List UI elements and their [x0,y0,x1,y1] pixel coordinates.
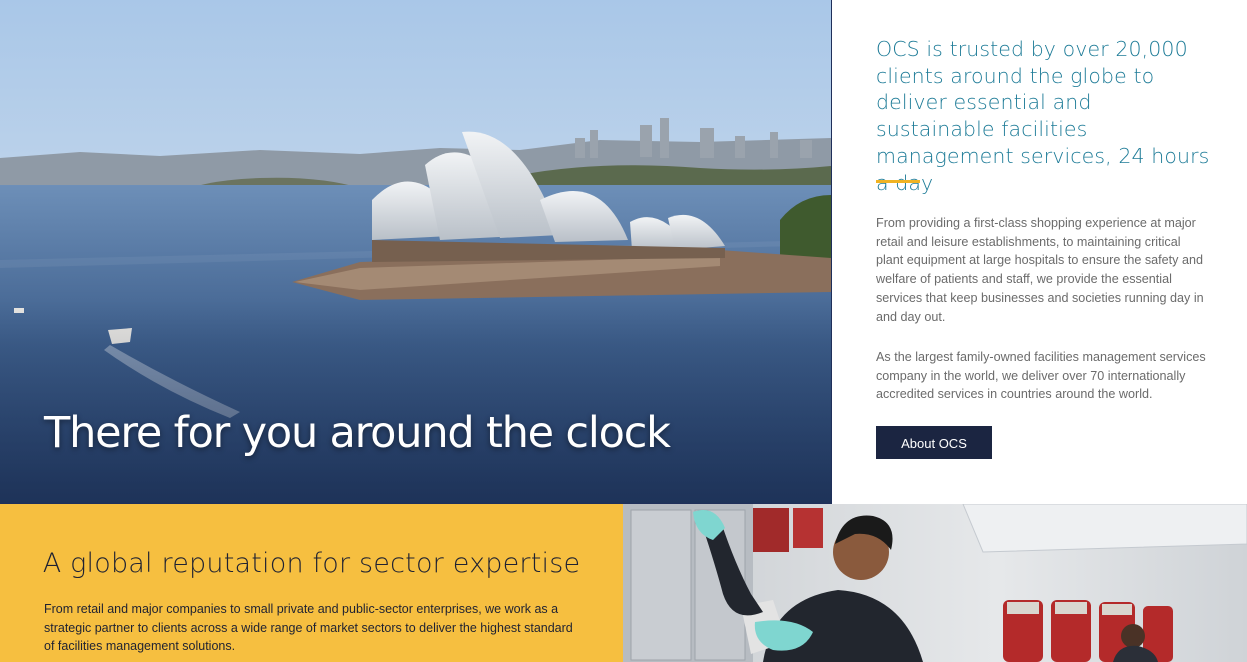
intro-paragraph-1: From providing a first-class shopping ex… [876,216,1204,324]
about-ocs-button[interactable]: About OCS [876,426,992,459]
sector-expertise-section: A global reputation for sector expertise… [0,504,623,662]
intro-heading: OCS is trusted by over 20,000 clients ar… [876,37,1210,195]
sector-title: A global reputation for sector expertise [42,548,581,579]
hero-title: There for you around the clock [44,408,671,458]
cabin-photo-section [623,504,1247,662]
intro-panel: OCS is trusted by over 20,000 clients ar… [832,0,1247,503]
hero-section: There for you around the clock [0,0,832,504]
cabin-cleaning-image [623,504,1247,662]
accent-divider [876,180,920,183]
sector-paragraph: From retail and major companies to small… [44,602,573,654]
intro-paragraph-2: As the largest family-owned facilities m… [876,350,1206,402]
